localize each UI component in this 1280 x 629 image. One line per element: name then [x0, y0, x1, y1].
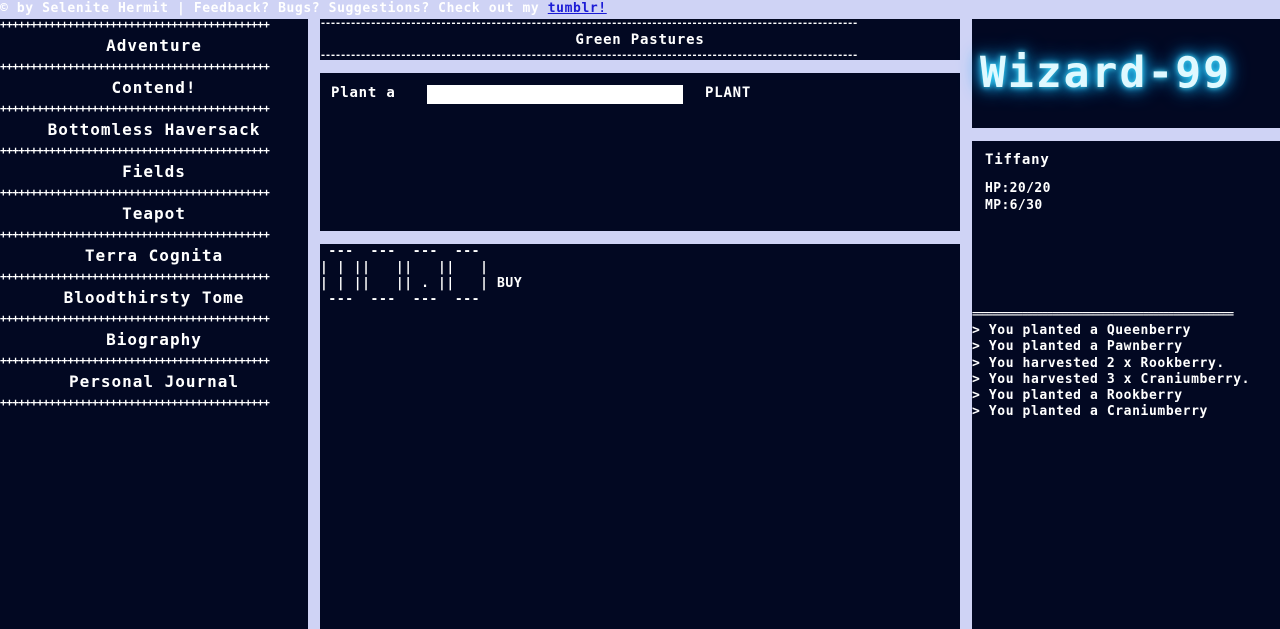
- plant-button[interactable]: PLANT: [705, 82, 751, 104]
- sidebar-separator: ++++++++++++++++++++++++++++++++++++++++…: [0, 313, 270, 324]
- garden-plots: --- --- --- --- | | || || || | | | || ||…: [320, 244, 522, 308]
- hp-value: HP:20/20: [985, 181, 1051, 196]
- plant-input[interactable]: [427, 85, 683, 104]
- sidebar-separator: ++++++++++++++++++++++++++++++++++++++++…: [0, 397, 270, 408]
- sidebar-item-personal-journal[interactable]: Personal Journal: [0, 366, 308, 397]
- sidebar-item-adventure[interactable]: Adventure: [0, 30, 308, 61]
- buy-button[interactable]: BUY: [497, 276, 522, 291]
- sidebar-item-bottomless-haversack[interactable]: Bottomless Haversack: [0, 114, 308, 145]
- log-entry: > You planted a Pawnberry: [972, 339, 1183, 355]
- sidebar: ++++++++++++++++++++++++++++++++++++++++…: [0, 19, 308, 629]
- garden-panel: --- --- --- --- | | || || || | | | || ||…: [320, 244, 960, 629]
- sidebar-separator: ++++++++++++++++++++++++++++++++++++++++…: [0, 103, 270, 114]
- log-entry: > You planted a Craniumberry: [972, 404, 1208, 420]
- sidebar-separator: ++++++++++++++++++++++++++++++++++++++++…: [0, 145, 270, 156]
- tumblr-link[interactable]: tumblr!: [548, 1, 607, 16]
- header-rule-bottom: ----------------------------------------…: [320, 53, 858, 59]
- plant-panel: Plant a PLANT: [320, 73, 960, 231]
- sidebar-separator: ++++++++++++++++++++++++++++++++++++++++…: [0, 271, 270, 282]
- log-separator: ========================================…: [972, 312, 1234, 318]
- plant-label: Plant a: [331, 85, 396, 101]
- credit-text: © by Selenite Hermit | Feedback? Bugs? S…: [0, 1, 540, 16]
- sidebar-item-contend[interactable]: Contend!: [0, 72, 308, 103]
- sidebar-item-teapot[interactable]: Teapot: [0, 198, 308, 229]
- page-title: Green Pastures: [575, 32, 705, 48]
- mp-value: MP:6/30: [985, 198, 1043, 213]
- sidebar-separator: ++++++++++++++++++++++++++++++++++++++++…: [0, 229, 270, 240]
- garden-row-2: | | || || . || |: [320, 276, 489, 291]
- game-logo: Wizard-99: [980, 48, 1231, 98]
- sidebar-item-biography[interactable]: Biography: [0, 324, 308, 355]
- garden-row-bottom: --- --- --- ---: [320, 292, 481, 307]
- status-panel: Tiffany HP:20/20 MP:6/30 ===============…: [972, 141, 1280, 629]
- sidebar-separator: ++++++++++++++++++++++++++++++++++++++++…: [0, 355, 270, 366]
- sidebar-separator: ++++++++++++++++++++++++++++++++++++++++…: [0, 61, 270, 72]
- log-entry: > You planted a Rookberry: [972, 388, 1183, 404]
- garden-row-top: --- --- --- ---: [320, 244, 481, 259]
- sidebar-item-bloodthirsty-tome[interactable]: Bloodthirsty Tome: [0, 282, 308, 313]
- sidebar-item-terra-cognita[interactable]: Terra Cognita: [0, 240, 308, 271]
- log-entry: > You planted a Queenberry: [972, 323, 1192, 338]
- sidebar-separator: ++++++++++++++++++++++++++++++++++++++++…: [0, 19, 270, 30]
- sidebar-item-fields[interactable]: Fields: [0, 156, 308, 187]
- credit-bar: © by Selenite Hermit | Feedback? Bugs? S…: [0, 0, 1280, 18]
- sidebar-separator: ++++++++++++++++++++++++++++++++++++++++…: [0, 187, 270, 198]
- logo-panel: Wizard-99: [972, 19, 1280, 128]
- garden-row-1: | | || || || |: [320, 260, 489, 275]
- character-name: Tiffany: [985, 152, 1050, 168]
- activity-log: > You planted a Queenberry > You planted…: [972, 323, 1280, 421]
- log-entry: > You harvested 3 x Craniumberry.: [972, 371, 1251, 387]
- page-header: ----------------------------------------…: [320, 19, 960, 60]
- log-entry: > You harvested 2 x Rookberry.: [972, 355, 1225, 371]
